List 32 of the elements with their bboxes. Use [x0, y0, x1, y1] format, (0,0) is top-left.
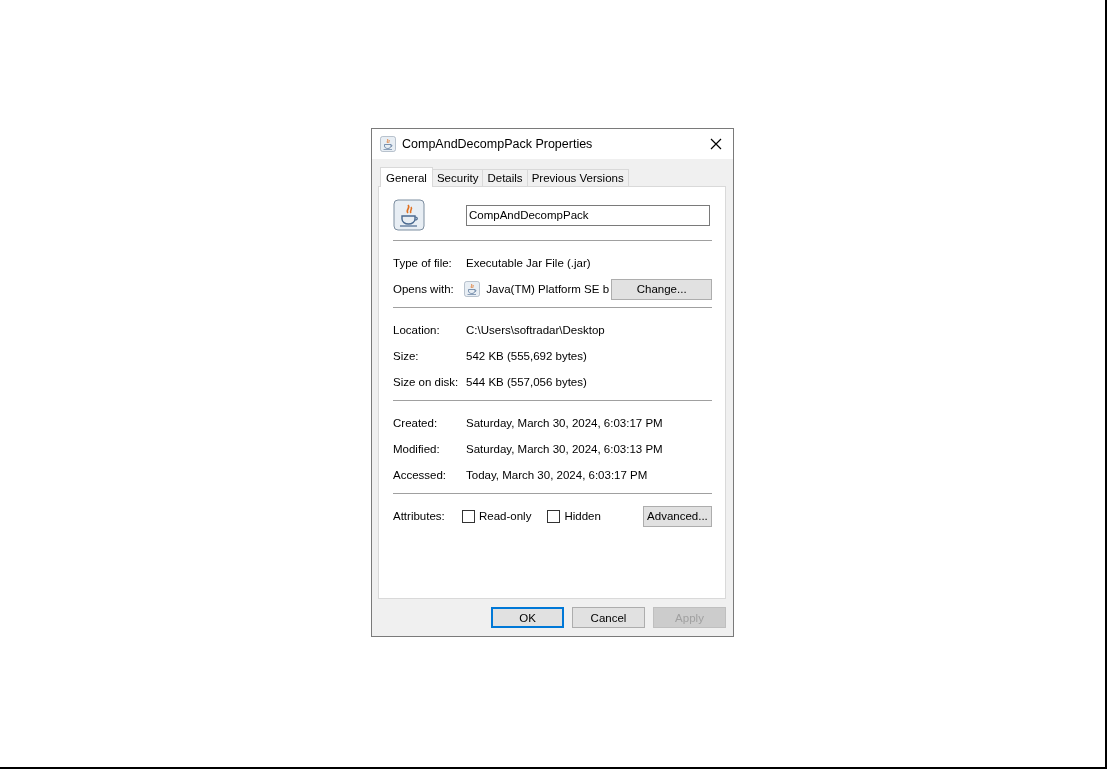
tab[interactable]: Security [431, 169, 484, 186]
field-value: Saturday, March 30, 2024, 6:03:13 PM [466, 443, 663, 455]
field-label: Size on disk: [393, 376, 460, 388]
file-name-field[interactable]: CompAndDecompPack [466, 204, 710, 226]
java-cup-icon [380, 136, 396, 152]
dialog-button[interactable]: Cancel [572, 607, 645, 628]
field-label: Type of file: [393, 257, 453, 269]
field-label: Size: [393, 350, 420, 362]
field-label: Opens with: [393, 283, 455, 295]
dialog-button[interactable]: OK [491, 607, 564, 628]
field-label: Attributes: [393, 510, 446, 522]
field-value: Saturday, March 30, 2024, 6:03:17 PM [466, 417, 663, 429]
field-value: Java(TM) Platform SE b [486, 283, 607, 295]
field-value: 544 KB (557,056 bytes) [466, 376, 587, 388]
field-value: 542 KB (555,692 bytes) [466, 350, 587, 362]
java-cup-icon [464, 281, 481, 297]
advanced-button[interactable]: Advanced... [642, 505, 712, 527]
tab[interactable]: General [380, 167, 433, 187]
field-value: Today, March 30, 2024, 6:03:17 PM [466, 469, 648, 481]
field-label: Modified: [393, 443, 441, 455]
field-value: C:\Users\softradar\Desktop [466, 324, 605, 336]
checkbox[interactable]: Hidden [547, 509, 601, 523]
java-cup-icon [393, 199, 425, 231]
window-title: CompAndDecompPack Properties [402, 137, 594, 151]
field-value: Executable Jar File (.jar) [466, 257, 591, 269]
change-button[interactable]: Change... [611, 278, 712, 300]
checkbox[interactable]: Read-only [462, 509, 532, 523]
field-label: Accessed: [393, 469, 448, 481]
close-icon[interactable] [710, 138, 722, 150]
tab[interactable]: Previous Versions [526, 169, 629, 186]
field-label: Created: [393, 417, 439, 429]
field-label: Location: [393, 324, 441, 336]
